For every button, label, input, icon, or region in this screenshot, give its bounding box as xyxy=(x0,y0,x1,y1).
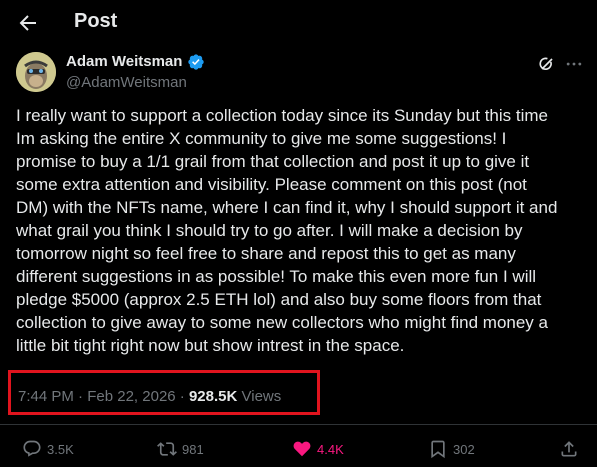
post-text-line: tomorrow night so feel free to share and… xyxy=(16,244,516,263)
bookmark-button[interactable]: 302 xyxy=(428,437,475,461)
arrow-left-icon[interactable] xyxy=(16,11,40,35)
avatar[interactable] xyxy=(16,52,56,92)
like-button[interactable]: 4.4K xyxy=(292,437,344,461)
repost-count: 981 xyxy=(182,441,204,457)
author-name[interactable]: Adam Weitsman xyxy=(66,53,182,70)
ape-avatar-icon xyxy=(16,52,56,92)
like-count: 4.4K xyxy=(317,441,344,457)
bookmark-count: 302 xyxy=(453,441,475,457)
author-handle[interactable]: @AdamWeitsman xyxy=(66,74,187,91)
post-text-line: what grail you think I should try to go … xyxy=(16,221,523,240)
reply-icon xyxy=(23,440,41,457)
more-horizontal-icon[interactable] xyxy=(564,54,584,74)
highlight-box xyxy=(8,370,320,415)
repost-button[interactable]: 981 xyxy=(157,437,204,461)
post-text-line: promise to buy a 1/1 grail from that col… xyxy=(16,152,530,171)
reply-count: 3.5K xyxy=(47,441,74,457)
post-text-line: I really want to support a collection to… xyxy=(16,106,548,125)
divider xyxy=(0,424,597,425)
repost-icon xyxy=(157,442,177,456)
top-bar: Post xyxy=(0,0,597,46)
post-text-line: some extra attention and visibility. Ple… xyxy=(16,175,527,194)
page-title: Post xyxy=(74,10,118,32)
post-text-line: collection to give away to some new coll… xyxy=(16,313,548,332)
post-text-line: Im asking the entire X community to give… xyxy=(16,129,507,148)
post-text-line: pledge $5000 (approx 2.5 ETH lol) and al… xyxy=(16,290,542,309)
verified-badge-icon xyxy=(188,54,204,70)
share-button[interactable] xyxy=(559,437,579,461)
share-icon xyxy=(561,441,577,457)
heart-filled-icon xyxy=(293,441,311,457)
post-text-line: little bit tight right now but show intr… xyxy=(16,336,405,355)
post-text-line: different suggestions in as possible! To… xyxy=(16,267,537,286)
grok-icon[interactable] xyxy=(537,54,557,74)
post-text-line: DM) with the NFTs name, where I can find… xyxy=(16,198,558,217)
reply-button[interactable]: 3.5K xyxy=(22,437,74,461)
post-text: I really want to support a collection to… xyxy=(16,104,582,357)
bookmark-icon xyxy=(431,440,445,459)
